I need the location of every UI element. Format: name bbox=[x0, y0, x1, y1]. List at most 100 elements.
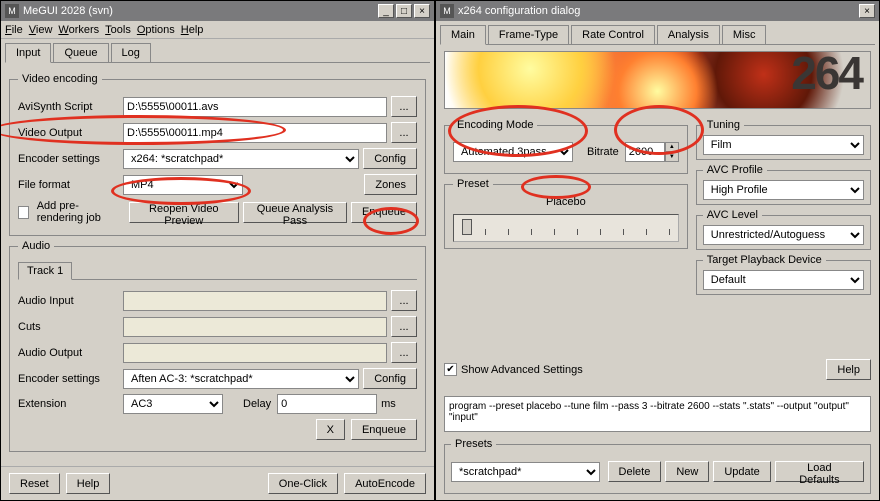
audio-enqueue-button[interactable]: Enqueue bbox=[351, 419, 417, 440]
minimize-button[interactable]: _ bbox=[378, 4, 394, 18]
menu-tools[interactable]: Tools bbox=[105, 24, 131, 36]
tab-analysis[interactable]: Analysis bbox=[657, 25, 720, 44]
bitrate-input[interactable] bbox=[625, 142, 665, 162]
video-encoding-group: Video encoding AviSynth Script ... Video… bbox=[9, 73, 426, 236]
presets-select[interactable]: *scratchpad* bbox=[451, 462, 600, 482]
avc-profile-legend: AVC Profile bbox=[703, 164, 767, 176]
help-button[interactable]: Help bbox=[826, 359, 871, 380]
audio-track1-tab[interactable]: Track 1 bbox=[18, 262, 72, 280]
menu-help[interactable]: Help bbox=[181, 24, 204, 36]
audio-config-button[interactable]: Config bbox=[363, 368, 417, 389]
preset-loaddefaults-button[interactable]: Load Defaults bbox=[775, 461, 864, 482]
audio-group: Audio Track 1 Audio Input ... Cuts ... A… bbox=[9, 240, 426, 452]
ms-label: ms bbox=[381, 398, 396, 410]
window-title: MeGUI 2028 (svn) bbox=[23, 5, 113, 17]
autoencode-button[interactable]: AutoEncode bbox=[344, 473, 426, 494]
close-button[interactable]: × bbox=[859, 4, 875, 18]
tab-ratecontrol[interactable]: Rate Control bbox=[571, 25, 655, 44]
titlebar[interactable]: M x264 configuration dialog × bbox=[436, 1, 879, 21]
avisynth-input[interactable] bbox=[123, 97, 387, 117]
menubar: File View Workers Tools Options Help bbox=[1, 21, 434, 39]
maximize-button[interactable]: □ bbox=[396, 4, 412, 18]
cuts-label: Cuts bbox=[18, 321, 123, 333]
reset-button[interactable]: Reset bbox=[9, 473, 60, 494]
avc-level-select[interactable]: Unrestricted/Autoguess bbox=[703, 225, 864, 245]
preset-new-button[interactable]: New bbox=[665, 461, 709, 482]
audio-output-browse-button[interactable]: ... bbox=[391, 342, 417, 363]
audio-output-field[interactable] bbox=[123, 343, 387, 363]
tab-log[interactable]: Log bbox=[111, 43, 151, 62]
preset-delete-button[interactable]: Delete bbox=[608, 461, 662, 482]
audio-encoder-label: Encoder settings bbox=[18, 373, 123, 385]
encoding-mode-legend: Encoding Mode bbox=[453, 119, 537, 131]
extension-select[interactable]: AC3 bbox=[123, 394, 223, 414]
avc-profile-select[interactable]: High Profile bbox=[703, 180, 864, 200]
window-title: x264 configuration dialog bbox=[458, 5, 580, 17]
tab-frametype[interactable]: Frame-Type bbox=[488, 25, 569, 44]
bitrate-up-icon[interactable]: ▲ bbox=[665, 142, 679, 152]
audio-output-label: Audio Output bbox=[18, 347, 123, 359]
avc-level-legend: AVC Level bbox=[703, 209, 762, 221]
audio-encoder-select[interactable]: Aften AC-3: *scratchpad* bbox=[123, 369, 359, 389]
video-enqueue-button[interactable]: Enqueue bbox=[351, 202, 417, 223]
titlebar[interactable]: M MeGUI 2028 (svn) _ □ × bbox=[1, 1, 434, 21]
avisynth-browse-button[interactable]: ... bbox=[391, 96, 417, 117]
preset-slider[interactable] bbox=[453, 214, 679, 242]
menu-file[interactable]: File bbox=[5, 24, 23, 36]
tab-misc[interactable]: Misc bbox=[722, 25, 767, 44]
target-device-select[interactable]: Default bbox=[703, 270, 864, 290]
tab-input[interactable]: Input bbox=[5, 43, 51, 63]
tab-queue[interactable]: Queue bbox=[53, 43, 108, 62]
video-encoding-legend: Video encoding bbox=[18, 73, 102, 85]
presets-legend: Presets bbox=[451, 438, 496, 450]
tab-main[interactable]: Main bbox=[440, 25, 486, 45]
encoder-settings-label: Encoder settings bbox=[18, 153, 123, 165]
reopen-preview-button[interactable]: Reopen Video Preview bbox=[129, 202, 239, 223]
bottom-bar: Reset Help One-Click AutoEncode bbox=[1, 466, 434, 500]
x264-banner: 264 bbox=[444, 51, 871, 109]
tuning-group: Tuning Film bbox=[696, 119, 871, 160]
avc-profile-group: AVC Profile High Profile bbox=[696, 164, 871, 205]
close-button[interactable]: × bbox=[414, 4, 430, 18]
fileformat-label: File format bbox=[18, 179, 123, 191]
help-button[interactable]: Help bbox=[66, 473, 111, 494]
encoder-settings-select[interactable]: x264: *scratchpad* bbox=[123, 149, 359, 169]
tuning-select[interactable]: Film bbox=[703, 135, 864, 155]
presets-group: Presets *scratchpad* Delete New Update L… bbox=[444, 438, 871, 494]
encoding-mode-select[interactable]: Automated 3pass bbox=[453, 142, 573, 162]
tuning-legend: Tuning bbox=[703, 119, 744, 131]
prerender-label: Add pre-rendering job bbox=[37, 200, 121, 224]
bitrate-spinner[interactable]: ▲▼ bbox=[625, 142, 679, 162]
encoding-mode-group: Encoding Mode Automated 3pass Bitrate ▲▼ bbox=[444, 119, 688, 174]
zones-button[interactable]: Zones bbox=[364, 174, 417, 195]
main-tabs: Input Queue Log bbox=[5, 43, 430, 63]
preset-group: Preset Placebo bbox=[444, 178, 688, 249]
config-content: 264 Encoding Mode Automated 3pass Bitrat… bbox=[436, 45, 879, 392]
audio-x-button[interactable]: X bbox=[316, 419, 345, 440]
advanced-checkbox[interactable]: ✔ bbox=[444, 363, 457, 376]
preset-update-button[interactable]: Update bbox=[713, 461, 770, 482]
delay-input[interactable] bbox=[277, 394, 377, 414]
avc-level-group: AVC Level Unrestricted/Autoguess bbox=[696, 209, 871, 250]
encoder-config-button[interactable]: Config bbox=[363, 148, 417, 169]
cuts-field[interactable] bbox=[123, 317, 387, 337]
fileformat-select[interactable]: MP4 bbox=[123, 175, 243, 195]
target-device-legend: Target Playback Device bbox=[703, 254, 826, 266]
menu-options[interactable]: Options bbox=[137, 24, 175, 36]
menu-workers[interactable]: Workers bbox=[58, 24, 99, 36]
video-output-browse-button[interactable]: ... bbox=[391, 122, 417, 143]
config-tabs: Main Frame-Type Rate Control Analysis Mi… bbox=[440, 25, 875, 45]
queue-analysis-button[interactable]: Queue Analysis Pass bbox=[243, 202, 347, 223]
audio-input-browse-button[interactable]: ... bbox=[391, 290, 417, 311]
preset-value-label: Placebo bbox=[453, 196, 679, 208]
cuts-browse-button[interactable]: ... bbox=[391, 316, 417, 337]
extension-label: Extension bbox=[18, 398, 123, 410]
video-output-input[interactable] bbox=[123, 123, 387, 143]
target-device-group: Target Playback Device Default bbox=[696, 254, 871, 295]
oneclick-button[interactable]: One-Click bbox=[268, 473, 338, 494]
prerender-checkbox[interactable] bbox=[18, 206, 29, 219]
delay-label: Delay bbox=[243, 398, 271, 410]
menu-view[interactable]: View bbox=[29, 24, 53, 36]
audio-input-field[interactable] bbox=[123, 291, 387, 311]
bitrate-down-icon[interactable]: ▼ bbox=[665, 152, 679, 162]
